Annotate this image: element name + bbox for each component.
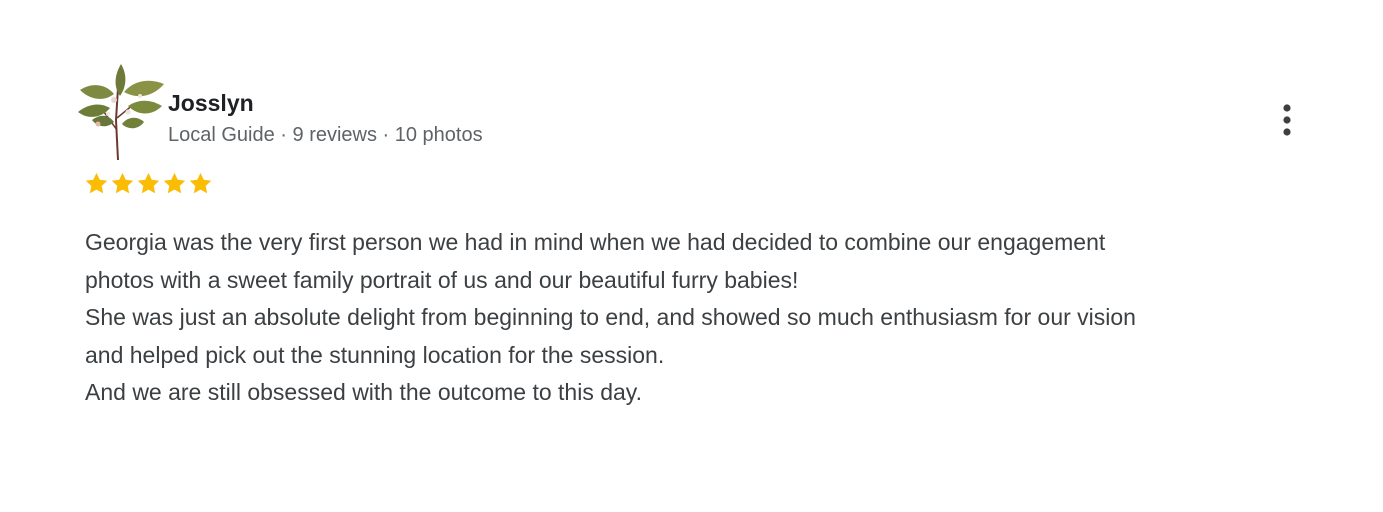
review-line: Georgia was the very first person we had… [85, 229, 1106, 255]
review-line: And we are still obsessed with the outco… [85, 379, 642, 405]
three-dot-vertical-icon [1283, 104, 1291, 136]
more-options-button[interactable] [1270, 100, 1304, 140]
review-line: and helped pick out the stunning locatio… [85, 341, 665, 368]
star-rating [84, 171, 213, 196]
star-icon [163, 172, 186, 194]
star-icon [111, 172, 134, 194]
star-icon [189, 172, 212, 194]
reviewer-name[interactable]: Josslyn [168, 90, 254, 117]
reviewer-meta: Local Guide · 9 reviews · 10 photos [168, 124, 483, 146]
review-card: Josslyn Local Guide · 9 reviews · 10 pho… [0, 0, 1383, 512]
reviewer-avatar[interactable] [74, 60, 170, 168]
review-line: photos with a sweet family portrait of u… [85, 266, 799, 293]
star-icon [85, 172, 108, 194]
leaf-sprig-icon [78, 64, 164, 161]
review-line: She was just an absolute delight from be… [85, 304, 1136, 330]
review-text: Georgia was the very first person we had… [85, 224, 1335, 412]
star-icon [137, 172, 160, 194]
